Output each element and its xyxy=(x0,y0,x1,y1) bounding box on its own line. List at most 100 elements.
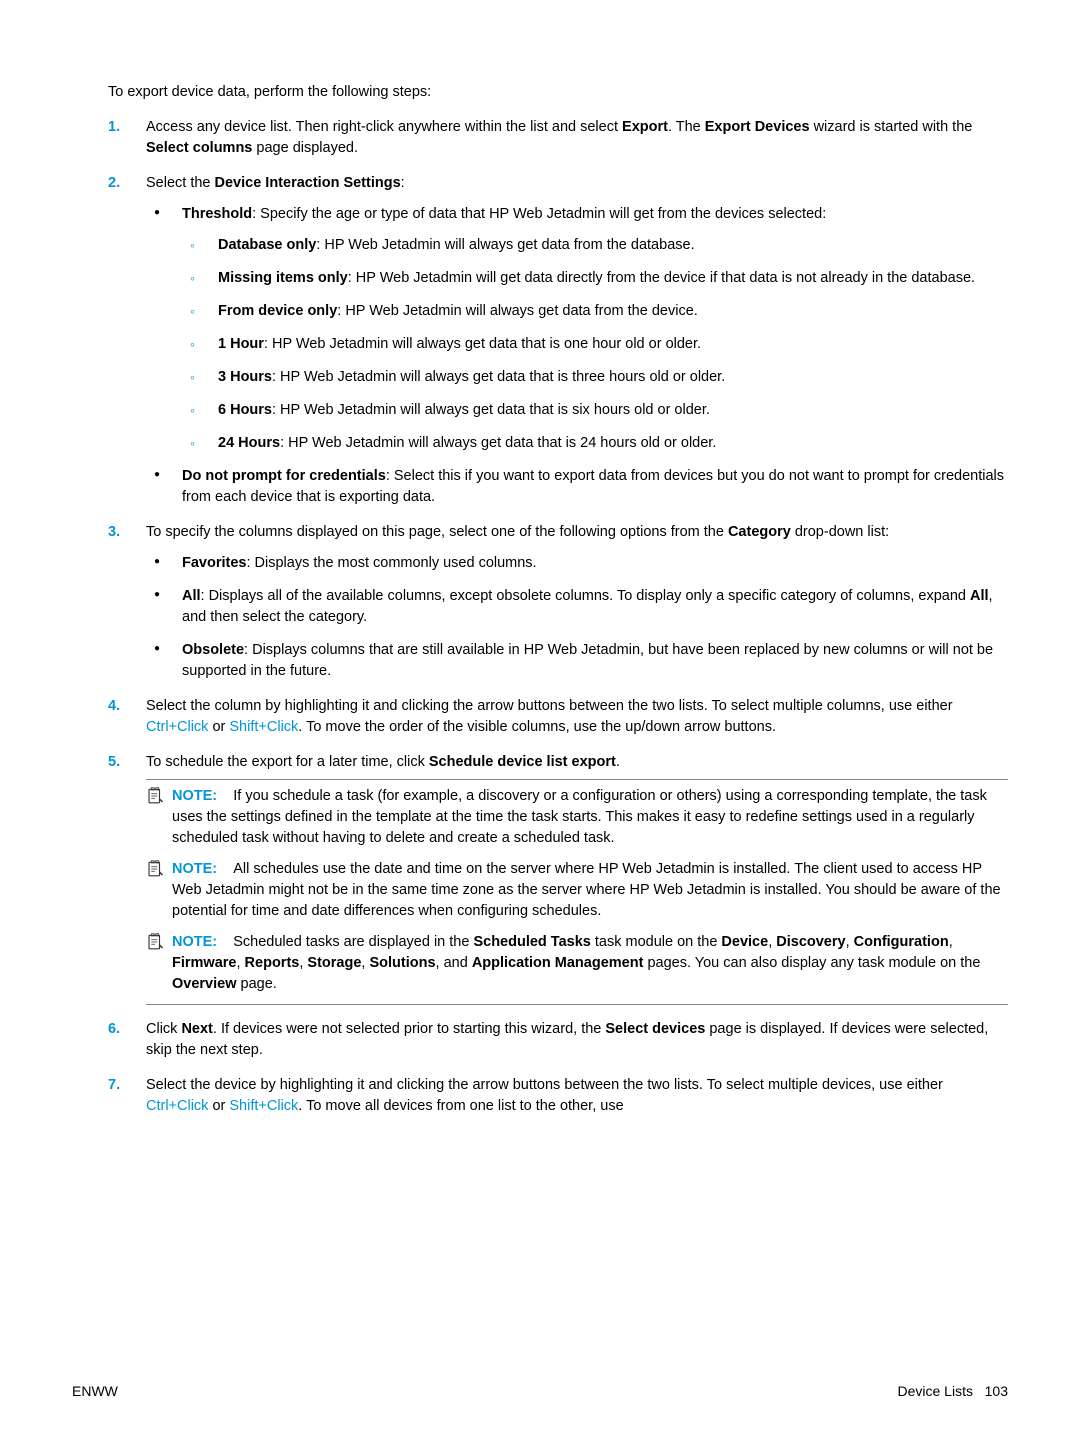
text: , xyxy=(236,955,244,971)
text: : xyxy=(401,175,405,191)
step-2: 2. Select the Device Interaction Setting… xyxy=(108,173,1008,508)
content-area: To export device data, perform the follo… xyxy=(108,82,1008,1117)
bold: Solutions xyxy=(369,955,435,971)
page-number: 103 xyxy=(985,1383,1008,1399)
page-footer: ENWW Device Lists 103 xyxy=(72,1381,1008,1401)
bold: Threshold xyxy=(182,206,252,222)
text: : HP Web Jetadmin will always get data f… xyxy=(337,303,698,319)
note-text: If you schedule a task (for example, a d… xyxy=(172,788,987,846)
bold: Firmware xyxy=(172,955,236,971)
list-item: Favorites: Displays the most commonly us… xyxy=(146,553,1008,574)
text: : Displays columns that are still availa… xyxy=(182,642,993,679)
step-number: 6. xyxy=(108,1019,120,1040)
bold: Scheduled Tasks xyxy=(473,934,590,950)
text: pages. You can also display any task mod… xyxy=(643,955,980,971)
bold: Device Interaction Settings xyxy=(215,175,401,191)
text: . The xyxy=(668,119,705,135)
step-6: 6. Click Next. If devices were not selec… xyxy=(108,1019,1008,1061)
note-item: NOTE: Scheduled tasks are displayed in t… xyxy=(146,932,1008,995)
text: Select the xyxy=(146,175,215,191)
text: Select the device by highlighting it and… xyxy=(146,1077,943,1093)
steps-list: 1. Access any device list. Then right-cl… xyxy=(108,117,1008,1117)
bold: 3 Hours xyxy=(218,369,272,385)
list-item: 24 Hours: HP Web Jetadmin will always ge… xyxy=(182,433,1008,454)
note-label: NOTE: xyxy=(172,788,217,804)
note-text xyxy=(221,934,233,950)
sub-sub-list: Database only: HP Web Jetadmin will alwa… xyxy=(182,235,1008,454)
text: : HP Web Jetadmin will always get data t… xyxy=(280,435,716,451)
step-7: 7. Select the device by highlighting it … xyxy=(108,1075,1008,1117)
text: page displayed. xyxy=(252,140,358,156)
bold: Export Devices xyxy=(705,119,810,135)
list-item: Obsolete: Displays columns that are stil… xyxy=(146,640,1008,682)
text: , and xyxy=(436,955,472,971)
bold: Select columns xyxy=(146,140,252,156)
text: To schedule the export for a later time,… xyxy=(146,754,429,770)
bold: Schedule device list export xyxy=(429,754,616,770)
bold: Discovery xyxy=(776,934,845,950)
text: Click xyxy=(146,1021,181,1037)
note-item: NOTE: If you schedule a task (for exampl… xyxy=(146,786,1008,849)
step-5: 5. To schedule the export for a later ti… xyxy=(108,752,1008,1004)
text: : HP Web Jetadmin will always get data t… xyxy=(272,402,710,418)
sub-list: Favorites: Displays the most commonly us… xyxy=(146,553,1008,682)
note-text xyxy=(221,788,233,804)
text: . To move the order of the visible colum… xyxy=(298,719,776,735)
bold: Database only xyxy=(218,237,316,253)
footer-section: Device Lists xyxy=(898,1383,973,1399)
bold: Category xyxy=(728,524,791,540)
text: : HP Web Jetadmin will always get data f… xyxy=(316,237,694,253)
bold: Overview xyxy=(172,976,237,992)
text: : HP Web Jetadmin will always get data t… xyxy=(272,369,725,385)
keyboard-shortcut: Ctrl+Click xyxy=(146,719,208,735)
notes-block: NOTE: If you schedule a task (for exampl… xyxy=(146,779,1008,1004)
note-text: All schedules use the date and time on t… xyxy=(172,861,1001,919)
note-icon xyxy=(146,860,164,878)
keyboard-shortcut: Ctrl+Click xyxy=(146,1098,208,1114)
text: : HP Web Jetadmin will get data directly… xyxy=(348,270,975,286)
text: or xyxy=(208,1098,229,1114)
step-number: 3. xyxy=(108,522,120,543)
step-number: 7. xyxy=(108,1075,120,1096)
bold: Next xyxy=(181,1021,212,1037)
note-item: NOTE: All schedules use the date and tim… xyxy=(146,859,1008,922)
list-item: Threshold: Specify the age or type of da… xyxy=(146,204,1008,454)
text: : HP Web Jetadmin will always get data t… xyxy=(264,336,701,352)
bold: Reports xyxy=(245,955,300,971)
text: To specify the columns displayed on this… xyxy=(146,524,728,540)
bold: Export xyxy=(622,119,668,135)
bold: Do not prompt for credentials xyxy=(182,468,386,484)
bold: Select devices xyxy=(605,1021,705,1037)
step-1: 1. Access any device list. Then right-cl… xyxy=(108,117,1008,159)
text: : Displays all of the available columns,… xyxy=(201,588,970,604)
bold: Favorites xyxy=(182,555,246,571)
intro-text: To export device data, perform the follo… xyxy=(108,82,1008,103)
step-number: 5. xyxy=(108,752,120,773)
bold: All xyxy=(182,588,201,604)
text: , xyxy=(846,934,854,950)
footer-left: ENWW xyxy=(72,1381,118,1401)
step-number: 2. xyxy=(108,173,120,194)
text: drop-down list: xyxy=(791,524,889,540)
note-label: NOTE: xyxy=(172,861,217,877)
list-item: Missing items only: HP Web Jetadmin will… xyxy=(182,268,1008,289)
step-3: 3. To specify the columns displayed on t… xyxy=(108,522,1008,682)
text: : Displays the most commonly used column… xyxy=(246,555,536,571)
list-item: 6 Hours: HP Web Jetadmin will always get… xyxy=(182,400,1008,421)
text: or xyxy=(208,719,229,735)
list-item: 3 Hours: HP Web Jetadmin will always get… xyxy=(182,367,1008,388)
step-number: 4. xyxy=(108,696,120,717)
bold: Device xyxy=(721,934,768,950)
bold: 24 Hours xyxy=(218,435,280,451)
text: , xyxy=(949,934,953,950)
list-item: All: Displays all of the available colum… xyxy=(146,586,1008,628)
note-icon xyxy=(146,787,164,805)
note-icon xyxy=(146,933,164,951)
bold: Missing items only xyxy=(218,270,348,286)
document-page: To export device data, perform the follo… xyxy=(0,0,1080,1437)
bold: 1 Hour xyxy=(218,336,264,352)
step-number: 1. xyxy=(108,117,120,138)
bold: Configuration xyxy=(854,934,949,950)
list-item: Database only: HP Web Jetadmin will alwa… xyxy=(182,235,1008,256)
footer-right: Device Lists 103 xyxy=(898,1381,1009,1401)
